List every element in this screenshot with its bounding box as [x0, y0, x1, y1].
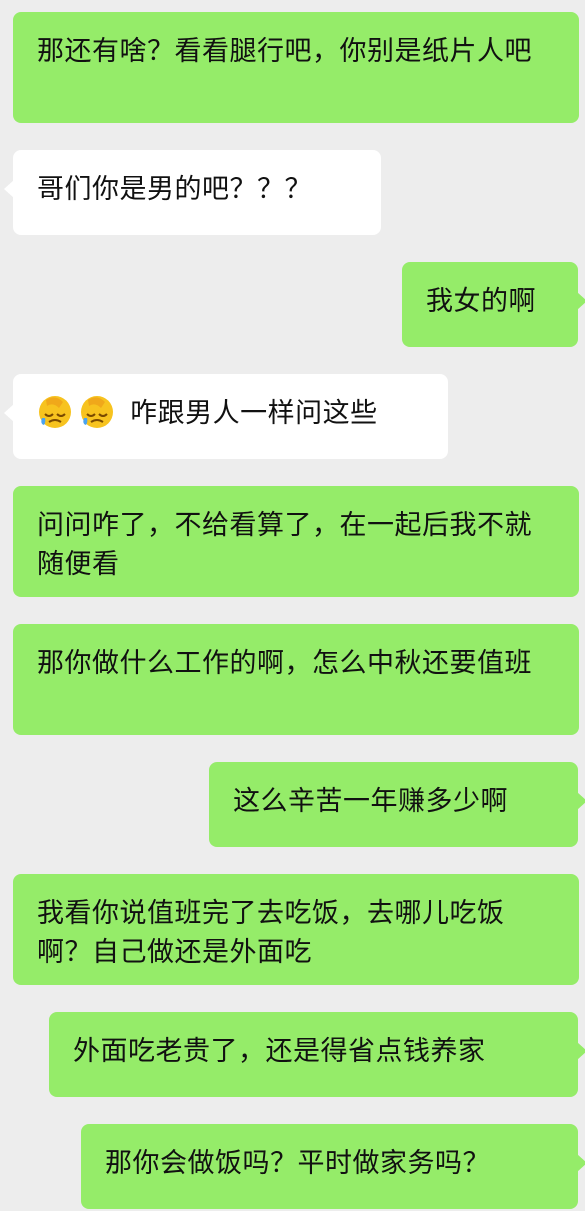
message-bubble-sent[interactable]: 我女的啊	[402, 262, 585, 347]
message-bubble-sent[interactable]: 问问咋了，不给看算了，在一起后我不就随便看	[13, 486, 579, 597]
message-bubble-received[interactable]: 咋跟男人一样问这些	[4, 374, 448, 459]
message-bubble-received[interactable]: 哥们你是男的吧？？？	[4, 150, 381, 235]
message-text: 咋跟男人一样问这些	[130, 398, 378, 429]
message-bubble-sent[interactable]: 那还有啥？看看腿行吧，你别是纸片人吧	[13, 12, 579, 123]
face-palm-crying-emoji	[81, 396, 113, 428]
message-bubble-sent[interactable]: 那你做什么工作的啊，怎么中秋还要值班	[13, 624, 579, 735]
message-text: 外面吃老贵了，还是得省点钱养家	[73, 1036, 486, 1067]
message-bubble-sent[interactable]: 外面吃老贵了，还是得省点钱养家	[49, 1012, 585, 1097]
message-text: 那你会做饭吗？平时做家务吗？	[105, 1148, 490, 1179]
message-text: 哥们你是男的吧？？？	[37, 174, 312, 205]
face-palm-crying-emoji	[39, 396, 71, 428]
message-text: 那还有啥？看看腿行吧，你别是纸片人吧	[37, 36, 532, 67]
message-text: 那你做什么工作的啊，怎么中秋还要值班	[37, 648, 532, 679]
message-text: 这么辛苦一年赚多少啊	[233, 786, 508, 817]
message-bubble-sent[interactable]: 这么辛苦一年赚多少啊	[209, 762, 585, 847]
message-text: 我女的啊	[426, 286, 536, 317]
message-text: 我看你说值班完了去吃饭，去哪儿吃饭啊？自己做还是外面吃	[37, 898, 505, 968]
chat-screen: { "messages": [ {"side": "sent", "text":…	[0, 0, 585, 1211]
message-bubble-sent[interactable]: 我看你说值班完了去吃饭，去哪儿吃饭啊？自己做还是外面吃	[13, 874, 579, 985]
message-text: 问问咋了，不给看算了，在一起后我不就随便看	[37, 510, 532, 580]
message-bubble-sent[interactable]: 那你会做饭吗？平时做家务吗？	[81, 1124, 585, 1209]
